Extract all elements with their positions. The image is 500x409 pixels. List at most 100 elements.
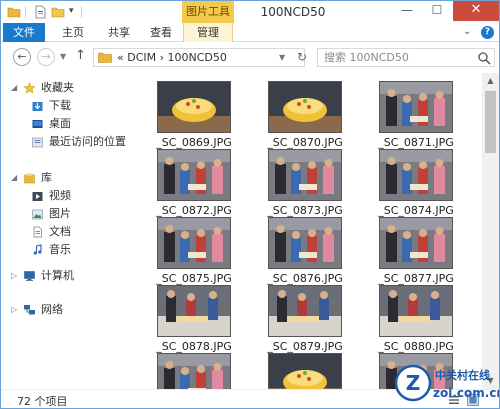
party-photo-icon xyxy=(380,218,452,268)
music-icon xyxy=(33,244,42,255)
nav-item-label: 图片 xyxy=(49,207,71,220)
party-photo-icon xyxy=(380,82,452,132)
picture-tools-tab: 图片工具 xyxy=(182,1,234,23)
search-icon[interactable] xyxy=(477,51,491,65)
tab-view[interactable]: 查看 xyxy=(143,23,179,42)
vertical-scrollbar[interactable]: ▲ ▼ xyxy=(482,73,499,389)
file-item[interactable]: _SC_0878.JPG xyxy=(144,279,244,353)
library-icon xyxy=(24,173,35,184)
nav-item-label: 文档 xyxy=(49,225,71,238)
photo-thumbnail[interactable] xyxy=(379,81,453,133)
table-photo-icon xyxy=(380,286,452,336)
tab-file[interactable]: 文件 xyxy=(3,23,45,42)
photo-thumbnail[interactable] xyxy=(379,149,453,201)
nav-libraries-label: 库 xyxy=(41,171,52,184)
expand-ribbon-icon[interactable]: ⌄ xyxy=(463,26,471,37)
maximize-button[interactable]: ☐ xyxy=(423,1,451,21)
photo-thumbnail[interactable] xyxy=(268,149,342,201)
collapsed-chevron-icon[interactable]: ▷ xyxy=(11,267,17,285)
nav-item-label: 最近访问的位置 xyxy=(49,135,126,148)
documents-icon xyxy=(33,226,42,238)
window-title: 100NCD50 xyxy=(260,5,326,19)
close-button[interactable]: ✕ xyxy=(453,1,499,21)
photo-thumbnail[interactable] xyxy=(379,285,453,337)
search-input[interactable] xyxy=(324,49,474,66)
file-item[interactable] xyxy=(144,347,244,389)
help-icon[interactable]: ? xyxy=(481,26,494,39)
properties-icon[interactable] xyxy=(33,5,47,19)
file-item[interactable]: _SC_0872.JPG xyxy=(144,143,244,217)
scroll-up-button[interactable]: ▲ xyxy=(482,73,499,89)
photo-thumbnail[interactable] xyxy=(157,353,231,389)
refresh-icon[interactable]: ↻ xyxy=(297,50,307,64)
breadcrumb-separator: › xyxy=(159,51,165,64)
address-row: ← → ▼ ↑ « DCIM › 100NCD50 ▼ ↻ xyxy=(1,43,499,71)
file-item[interactable]: _SC_0880.JPG xyxy=(366,279,466,353)
cake-photo-icon xyxy=(158,82,230,132)
recent-locations-dropdown-icon[interactable]: ▼ xyxy=(60,52,66,61)
party-photo-icon xyxy=(158,150,230,200)
up-arrow-icon[interactable]: ↑ xyxy=(75,48,86,63)
minimize-button[interactable]: — xyxy=(393,1,421,21)
nav-network-label: 网络 xyxy=(41,303,63,316)
download-icon xyxy=(32,102,43,111)
folder-icon[interactable] xyxy=(7,5,21,19)
item-count: 72 个项目 xyxy=(17,395,68,408)
photo-thumbnail[interactable] xyxy=(268,81,342,133)
scroll-thumb[interactable] xyxy=(485,91,496,153)
tab-share[interactable]: 共享 xyxy=(101,23,137,42)
breadcrumb-prefix[interactable]: « xyxy=(117,51,124,64)
expanded-chevron-icon[interactable]: ◢ xyxy=(11,169,17,187)
pictures-icon xyxy=(32,209,43,220)
nav-computer-label: 计算机 xyxy=(41,269,74,282)
nav-item-label: 视频 xyxy=(49,189,71,202)
address-dropdown-icon[interactable]: ▼ xyxy=(279,53,285,62)
search-box[interactable] xyxy=(317,48,495,67)
explorer-window: ▾ 图片工具 100NCD50 — ☐ ✕ 文件 主页 共享 查看 管理 ⌄ ?… xyxy=(0,0,500,409)
new-folder-icon[interactable] xyxy=(51,5,65,19)
photo-thumbnail[interactable] xyxy=(268,285,342,337)
star-icon xyxy=(23,82,36,94)
photo-thumbnail[interactable] xyxy=(157,81,231,133)
expanded-chevron-icon[interactable]: ◢ xyxy=(11,79,17,97)
network-icon xyxy=(24,305,35,315)
forward-button[interactable]: → xyxy=(37,48,55,66)
tab-manage[interactable]: 管理 xyxy=(183,23,233,42)
file-item[interactable]: _SC_0876.JPG xyxy=(255,211,355,285)
file-item[interactable]: _SC_0873.JPG xyxy=(255,143,355,217)
collapsed-chevron-icon[interactable]: ▷ xyxy=(11,301,17,319)
breadcrumb-item-100ncd50[interactable]: 100NCD50 xyxy=(168,51,227,64)
file-item[interactable]: _SC_0877.JPG xyxy=(366,211,466,285)
back-button[interactable]: ← xyxy=(13,48,31,66)
cake-photo-icon xyxy=(269,354,341,389)
photo-thumbnail[interactable] xyxy=(157,217,231,269)
tab-home[interactable]: 主页 xyxy=(55,23,91,42)
photo-thumbnail[interactable] xyxy=(379,217,453,269)
party-photo-icon xyxy=(269,150,341,200)
file-item[interactable]: _SC_0871.JPG xyxy=(366,75,466,149)
zol-logo: Z 中关村在线 zol.com.cn xyxy=(394,364,499,402)
computer-icon xyxy=(24,271,35,281)
file-item[interactable]: _SC_0874.JPG xyxy=(366,143,466,217)
file-item[interactable]: _SC_0870.JPG xyxy=(255,75,355,149)
video-icon xyxy=(32,192,43,201)
qat-separator xyxy=(25,6,26,18)
file-item[interactable]: _SC_0879.JPG xyxy=(255,279,355,353)
title-bar: ▾ 图片工具 100NCD50 — ☐ ✕ xyxy=(1,1,499,23)
address-bar[interactable]: « DCIM › 100NCD50 xyxy=(93,48,305,67)
breadcrumb-item-dcim[interactable]: DCIM xyxy=(127,51,156,64)
breadcrumb[interactable]: « DCIM › 100NCD50 xyxy=(117,49,227,66)
photo-thumbnail[interactable] xyxy=(268,217,342,269)
photo-thumbnail[interactable] xyxy=(157,285,231,337)
file-item[interactable]: _SC_0875.JPG xyxy=(144,211,244,285)
desktop-icon xyxy=(32,120,43,128)
file-item[interactable] xyxy=(255,347,355,389)
logo-letter: Z xyxy=(406,371,421,395)
folder-icon xyxy=(98,52,112,63)
file-item[interactable]: _SC_0869.JPG xyxy=(144,75,244,149)
file-view: _SC_0869.JPG _SC_0870.JPG _SC_0871.JPG _SC_… xyxy=(138,73,480,389)
photo-thumbnail[interactable] xyxy=(268,353,342,389)
party-photo-icon xyxy=(269,218,341,268)
photo-thumbnail[interactable] xyxy=(157,149,231,201)
party-photo-icon xyxy=(158,354,230,389)
